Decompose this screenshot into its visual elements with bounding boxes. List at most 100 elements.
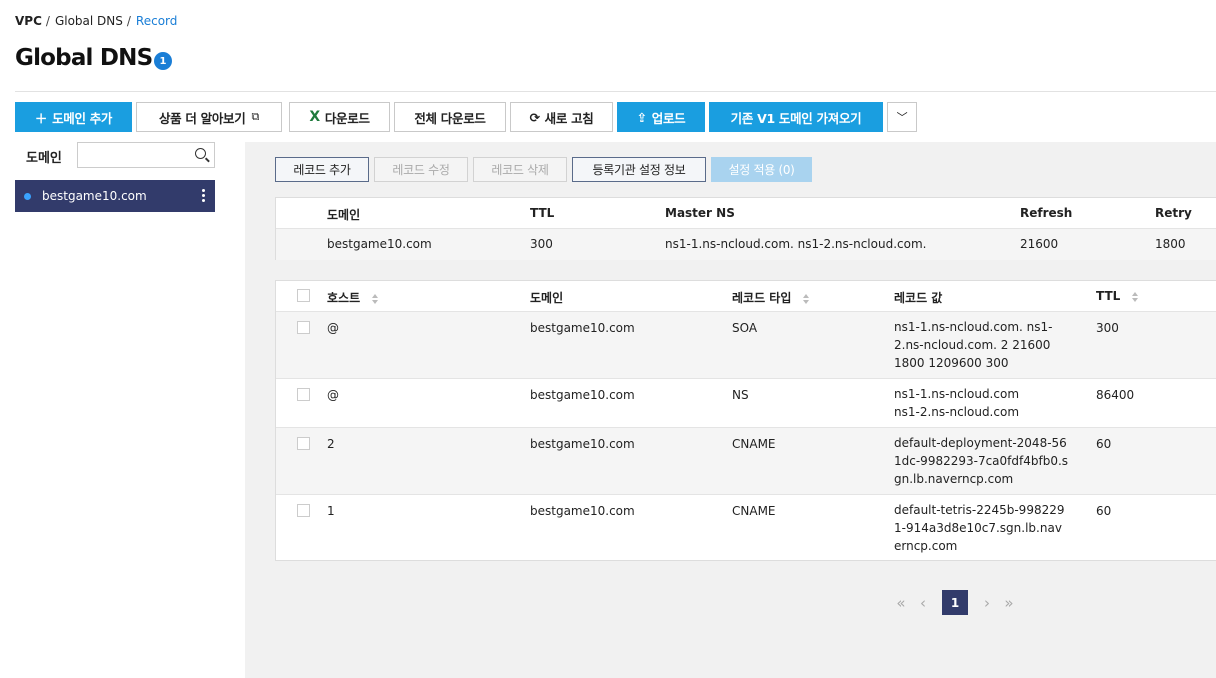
table-header-row: 호스트 도메인 레코드 타입 레코드 값 TTL (276, 281, 1216, 312)
cell-host: 2 (327, 437, 335, 451)
row-checkbox[interactable] (297, 388, 310, 401)
row-checkbox[interactable] (297, 504, 310, 517)
breadcrumb: VPC / Global DNS / Record (15, 14, 177, 28)
table-row[interactable]: @ bestgame10.com SOA ns1-1.ns-ncloud.com… (276, 312, 1216, 379)
cell-ttl: 60 (1096, 437, 1112, 451)
page-number-current[interactable]: 1 (942, 590, 968, 615)
cell-record-value: ns1-1.ns-ncloud.com. ns1-2.ns-ncloud.com… (894, 320, 1053, 370)
last-page-icon[interactable]: » (998, 594, 1020, 612)
header-host[interactable]: 호스트 (327, 289, 379, 306)
breadcrumb-vpc[interactable]: VPC (15, 14, 42, 28)
table-row[interactable]: @ bestgame10.com NS ns1-1.ns-ncloud.com … (276, 379, 1216, 428)
more-options-button[interactable]: ﹀ (887, 102, 917, 132)
row-checkbox[interactable] (297, 321, 310, 334)
cell-record-type: NS (732, 388, 749, 402)
header-ttl: TTL (530, 206, 555, 220)
breadcrumb-global-dns[interactable]: Global DNS (55, 14, 123, 28)
record-table: 호스트 도메인 레코드 타입 레코드 값 TTL @ bestgame10.co… (275, 280, 1216, 561)
domain-search-input[interactable] (78, 143, 188, 167)
header-ttl-label: TTL (1096, 289, 1121, 303)
title-info-badge[interactable]: 1 (154, 52, 172, 70)
table-header-row: 도메인 TTL Master NS Refresh Retry (276, 198, 1216, 229)
row-checkbox[interactable] (297, 437, 310, 450)
edit-record-button[interactable]: 레코드 수정 (374, 157, 468, 182)
header-retry: Retry (1155, 206, 1192, 220)
soa-summary-table: 도메인 TTL Master NS Refresh Retry bestgame… (275, 197, 1216, 260)
domain-list-item[interactable]: bestgame10.com (15, 180, 215, 212)
header-ttl[interactable]: TTL (1096, 289, 1139, 303)
cell-record-value: default-deployment-2048-561dc-9982293-7c… (894, 436, 1069, 486)
cell-domain: bestgame10.com (530, 437, 635, 451)
table-row[interactable]: 2 bestgame10.com CNAME default-deploymen… (276, 428, 1216, 495)
search-icon[interactable] (195, 148, 206, 159)
table-row[interactable]: 1 bestgame10.com CNAME default-tetris-22… (276, 495, 1216, 562)
import-v1-button[interactable]: 기존 V1 도메인 가져오기 (709, 102, 883, 132)
header-record-value: 레코드 값 (894, 291, 943, 305)
pagination: « ‹ 1 › » (890, 590, 1020, 615)
cell-host: @ (327, 388, 339, 402)
cell-domain: bestgame10.com (530, 504, 635, 518)
add-domain-button[interactable]: ＋ 도메인 추가 (15, 102, 132, 132)
cell-retry: 1800 (1155, 237, 1186, 251)
cell-master-ns: ns1-1.ns-ncloud.com. ns1-2.ns-ncloud.com… (665, 237, 927, 251)
next-page-icon[interactable]: › (976, 594, 998, 612)
cell-ttl: 86400 (1096, 388, 1135, 402)
toolbar: ＋ 도메인 추가 상품 더 알아보기 ⧉ X 다운로드 전체 다운로드 ⟳ 새로… (15, 102, 921, 132)
upload-button[interactable]: ⇪ 업로드 (617, 102, 705, 132)
add-domain-label: 도메인 추가 (52, 110, 113, 126)
domain-list-item-label: bestgame10.com (42, 189, 147, 203)
add-record-button[interactable]: 레코드 추가 (275, 157, 369, 182)
import-v1-label: 기존 V1 도메인 가져오기 (730, 110, 862, 126)
breadcrumb-separator: / (126, 14, 131, 28)
header-record-type-label: 레코드 타입 (732, 291, 792, 305)
cell-record-value: ns1-1.ns-ncloud.com ns1-2.ns-ncloud.com (894, 387, 1020, 419)
header-domain: 도메인 (530, 291, 564, 305)
cell-ttl: 300 (530, 237, 553, 251)
header-divider (15, 91, 1216, 92)
external-link-icon: ⧉ (251, 110, 260, 123)
learn-more-button[interactable]: 상품 더 알아보기 ⧉ (136, 102, 282, 132)
table-row: bestgame10.com 300 ns1-1.ns-ncloud.com. … (276, 229, 1216, 260)
domain-search-label: 도메인 (26, 151, 62, 166)
cell-record-value: default-tetris-2245b-9982291-914a3d8e10c… (894, 503, 1065, 553)
cell-record-type: CNAME (732, 504, 776, 518)
apply-settings-button[interactable]: 설정 적용 (0) (711, 157, 812, 182)
cell-ttl: 60 (1096, 504, 1112, 518)
refresh-button[interactable]: ⟳ 새로 고침 (510, 102, 613, 132)
record-actions: 레코드 추가 레코드 수정 레코드 삭제 등록기관 설정 정보 설정 적용 (0… (275, 157, 817, 182)
kebab-menu-icon[interactable] (202, 189, 205, 202)
delete-record-button[interactable]: 레코드 삭제 (473, 157, 567, 182)
chevron-down-icon: ﹀ (896, 111, 908, 124)
cell-domain: bestgame10.com (530, 388, 635, 402)
cell-record-type: SOA (732, 321, 758, 335)
select-all-checkbox[interactable] (297, 289, 310, 302)
download-all-button[interactable]: 전체 다운로드 (394, 102, 506, 132)
prev-page-icon[interactable]: ‹ (912, 594, 934, 612)
upload-icon: ⇪ (636, 109, 647, 125)
cell-domain: bestgame10.com (530, 321, 635, 335)
domain-search-box (77, 142, 215, 168)
header-record-type[interactable]: 레코드 타입 (732, 289, 810, 306)
upload-label: 업로드 (651, 110, 686, 126)
download-all-label: 전체 다운로드 (414, 110, 486, 126)
header-domain: 도메인 (327, 208, 361, 222)
sort-icon[interactable] (372, 293, 379, 304)
sort-icon[interactable] (1132, 291, 1139, 302)
header-host-label: 호스트 (327, 291, 361, 305)
breadcrumb-record: Record (135, 14, 178, 28)
domain-sidebar (0, 142, 245, 678)
sort-icon[interactable] (803, 293, 810, 304)
excel-icon: X (309, 109, 320, 125)
breadcrumb-separator: / (45, 14, 50, 28)
download-button[interactable]: X 다운로드 (289, 102, 390, 132)
refresh-icon: ⟳ (529, 109, 540, 125)
cell-ttl: 300 (1096, 321, 1119, 335)
cell-host: @ (327, 321, 339, 335)
cell-domain: bestgame10.com (327, 237, 432, 251)
cell-record-type: CNAME (732, 437, 776, 451)
download-label: 다운로드 (324, 110, 370, 126)
first-page-icon[interactable]: « (890, 594, 912, 612)
page-title: Global DNS (15, 45, 153, 71)
cell-host: 1 (327, 504, 335, 518)
registrar-info-button[interactable]: 등록기관 설정 정보 (572, 157, 706, 182)
